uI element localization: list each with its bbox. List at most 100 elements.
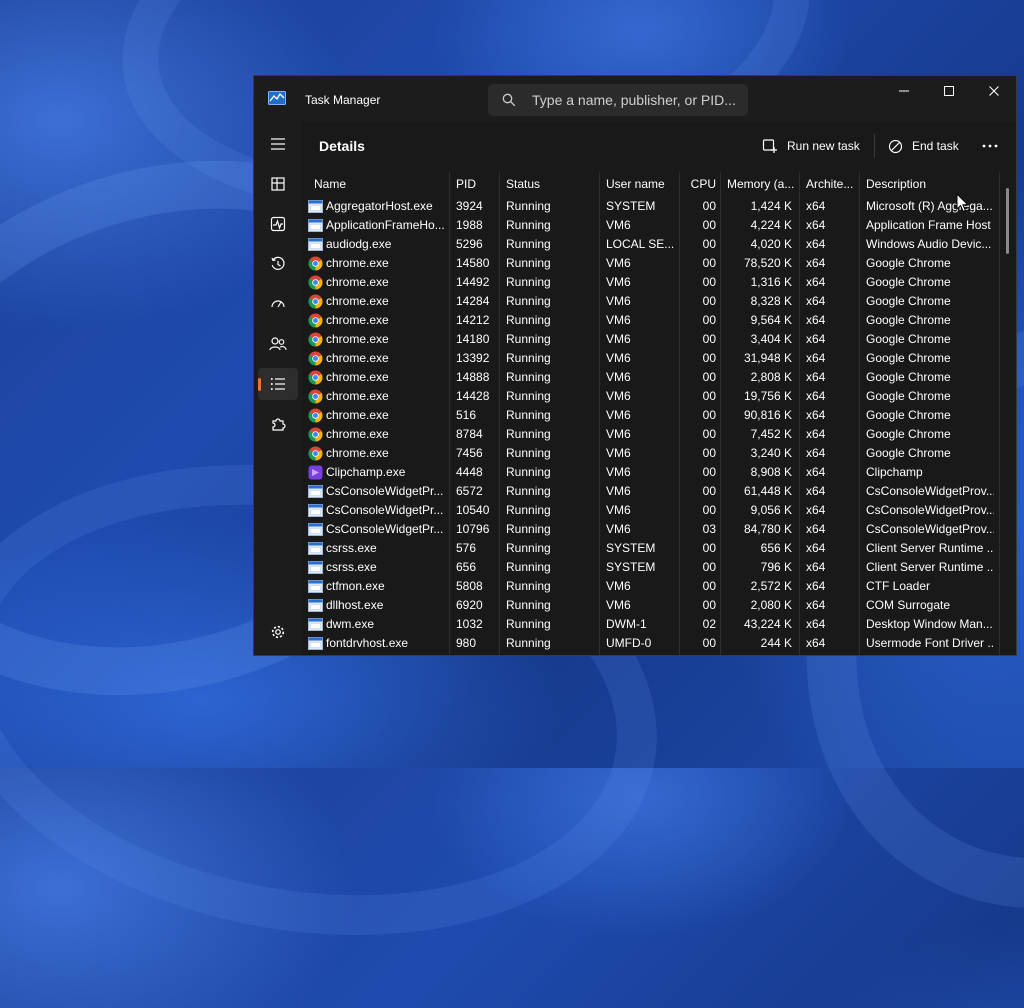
table-row[interactable]: chrome.exe 14888 Running VM6 00 2,808 K x64 Goo… <box>302 368 999 387</box>
process-status: Running <box>506 275 551 289</box>
table-row[interactable]: ApplicationFrameHo... 1988 Running VM6 00 4,2… <box>302 216 999 235</box>
process-description: Google Chrome <box>866 370 951 384</box>
process-arch: x64 <box>806 636 826 650</box>
process-pid: 14428 <box>456 389 490 403</box>
table-row[interactable]: dwm.exe 1032 Running DWM-1 02 43,224 K x64 Desk… <box>302 615 999 634</box>
nav-performance[interactable] <box>258 208 298 240</box>
minimize-button[interactable] <box>881 76 927 106</box>
task-manager-window: Task Manager Type a name, publisher, or … <box>253 75 1017 656</box>
window-icon <box>308 485 323 498</box>
table-row[interactable]: csrss.exe 656 Running SYSTEM 00 796 K x64 Clien… <box>302 558 999 577</box>
process-status: Running <box>506 541 551 555</box>
table-row[interactable]: dllhost.exe 6920 Running VM6 00 2,080 K x64 COM… <box>302 596 999 615</box>
process-cpu: 03 <box>702 522 716 536</box>
search-input[interactable] <box>532 84 737 116</box>
process-description: CTF Loader <box>866 579 931 593</box>
table-row[interactable]: chrome.exe 14580 Running VM6 00 78,520 K x64 Go… <box>302 254 999 273</box>
table-row[interactable]: CsConsoleWidgetPr... 6572 Running VM6 00 61,4… <box>302 482 999 501</box>
process-cpu: 00 <box>702 427 716 441</box>
column-header-description[interactable]: Description <box>866 172 996 196</box>
process-pid: 10540 <box>456 503 490 517</box>
process-name: chrome.exe <box>326 313 389 327</box>
window-icon <box>308 523 323 536</box>
table-row[interactable]: ctfmon.exe 5808 Running VM6 00 2,572 K x64 CTF … <box>302 577 999 596</box>
run-new-task-button[interactable]: Run new task <box>762 130 860 162</box>
more-options-button[interactable] <box>982 130 1007 162</box>
table-row[interactable]: fontdrvhost.exe 980 Running UMFD-0 00 244 K x6… <box>302 634 999 653</box>
process-pid: 7456 <box>456 446 483 460</box>
table-row[interactable]: Clipchamp.exe 4448 Running VM6 00 8,908 K x64 C… <box>302 463 999 482</box>
table-row[interactable]: CsConsoleWidgetPr... 10796 Running VM6 03 84,… <box>302 520 999 539</box>
column-header-architecture[interactable]: Archite... <box>806 172 858 196</box>
column-header-name[interactable]: Name <box>314 172 434 196</box>
close-button[interactable] <box>971 76 1016 106</box>
minimize-icon <box>899 90 909 92</box>
process-user: VM6 <box>606 484 631 498</box>
process-arch: x64 <box>806 332 826 346</box>
process-arch: x64 <box>806 465 826 479</box>
process-cpu: 00 <box>702 579 716 593</box>
process-arch: x64 <box>806 351 826 365</box>
process-memory: 9,564 K <box>750 313 792 327</box>
table-row[interactable]: chrome.exe 14180 Running VM6 00 3,404 K x64 Goo… <box>302 330 999 349</box>
table-row[interactable]: chrome.exe 14428 Running VM6 00 19,756 K x64 Go… <box>302 387 999 406</box>
process-memory: 3,404 K <box>750 332 792 346</box>
chrome-icon <box>308 427 323 442</box>
table-row[interactable]: CsConsoleWidgetPr... 10540 Running VM6 00 9,0… <box>302 501 999 520</box>
table-row[interactable]: chrome.exe 14212 Running VM6 00 9,564 K x64 Goo… <box>302 311 999 330</box>
column-header-user-name[interactable]: User name <box>606 172 678 196</box>
maximize-button[interactable] <box>926 76 972 106</box>
hamburger-menu-button[interactable] <box>258 128 298 160</box>
table-row[interactable]: chrome.exe 14284 Running VM6 00 8,328 K x64 Goo… <box>302 292 999 311</box>
process-name: audiodg.exe <box>326 237 392 251</box>
process-memory: 31,948 K <box>743 351 792 365</box>
table-row[interactable]: audiodg.exe 5296 Running LOCAL SE... 00 4,020… <box>302 235 999 254</box>
column-header-status[interactable]: Status <box>506 172 596 196</box>
nav-processes[interactable] <box>258 168 298 200</box>
search-box[interactable] <box>488 84 748 116</box>
table-row[interactable]: chrome.exe 14492 Running VM6 00 1,316 K x64 Goo… <box>302 273 999 292</box>
process-arch: x64 <box>806 446 826 460</box>
table-row[interactable]: chrome.exe 13392 Running VM6 00 31,948 K x64 Go… <box>302 349 999 368</box>
table-row[interactable]: chrome.exe 8784 Running VM6 00 7,452 K x64 Goog… <box>302 425 999 444</box>
process-arch: x64 <box>806 484 826 498</box>
process-status: Running <box>506 332 551 346</box>
table-row[interactable]: csrss.exe 576 Running SYSTEM 00 656 K x64 Clien… <box>302 539 999 558</box>
process-pid: 5808 <box>456 579 483 593</box>
column-header-memory[interactable]: Memory (a... <box>727 172 799 196</box>
process-cpu: 00 <box>702 598 716 612</box>
nav-settings[interactable] <box>258 616 298 648</box>
column-header-pid[interactable]: PID <box>456 172 496 196</box>
process-status: Running <box>506 237 551 251</box>
table-row[interactable]: AggregatorHost.exe 3924 Running SYSTEM 00 1,4… <box>302 197 999 216</box>
task-manager-app-icon <box>268 91 286 105</box>
column-header-cpu[interactable]: CPU <box>686 172 716 196</box>
nav-details[interactable] <box>258 368 298 400</box>
run-new-task-icon <box>762 139 777 153</box>
nav-startup-apps[interactable] <box>258 288 298 320</box>
process-name: csrss.exe <box>326 560 377 574</box>
end-task-label: End task <box>912 139 959 153</box>
vertical-scrollbar[interactable] <box>1006 188 1009 254</box>
process-pid: 13392 <box>456 351 490 365</box>
process-description: Microsoft (R) Aggrega... <box>866 199 993 213</box>
table-row[interactable]: chrome.exe 516 Running VM6 00 90,816 K x64 Goog… <box>302 406 999 425</box>
nav-services[interactable] <box>258 408 298 440</box>
chrome-icon <box>308 256 323 271</box>
process-cpu: 00 <box>702 313 716 327</box>
nav-app-history[interactable] <box>258 248 298 280</box>
process-cpu: 00 <box>702 541 716 555</box>
chrome-icon <box>308 408 323 423</box>
nav-users[interactable] <box>258 328 298 360</box>
chrome-icon <box>308 446 323 461</box>
process-cpu: 00 <box>702 560 716 574</box>
process-user: VM6 <box>606 389 631 403</box>
end-task-button[interactable]: End task <box>888 130 959 162</box>
column-separator[interactable] <box>999 172 1000 655</box>
table-row[interactable]: chrome.exe 7456 Running VM6 00 3,240 K x64 Goog… <box>302 444 999 463</box>
process-memory: 1,424 K <box>750 199 792 213</box>
process-description: Windows Audio Devic... <box>866 237 992 251</box>
process-user: VM6 <box>606 503 631 517</box>
title-bar[interactable]: Task Manager <box>254 76 1016 122</box>
process-description: Google Chrome <box>866 275 951 289</box>
